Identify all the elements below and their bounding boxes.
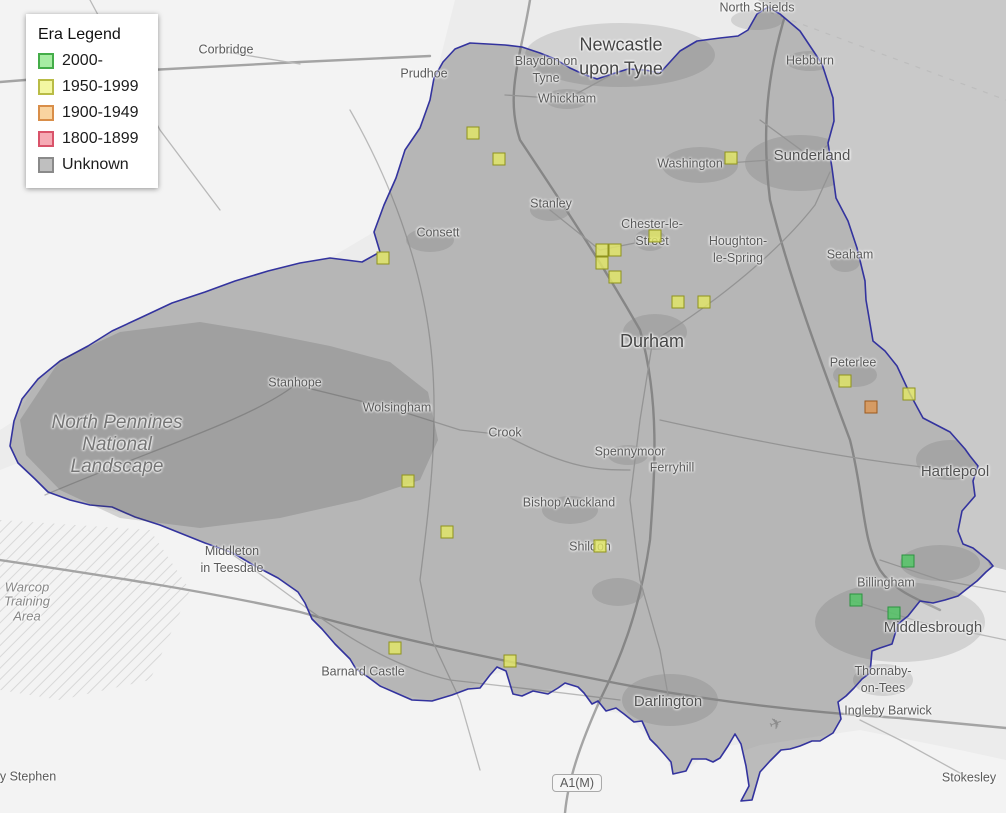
legend-swatch [38,53,54,69]
era-marker[interactable] [593,539,607,553]
legend-item: 2000- [38,52,146,70]
era-marker[interactable] [401,474,415,488]
era-marker[interactable] [864,400,878,414]
era-marker[interactable] [608,243,622,257]
era-marker[interactable] [648,229,662,243]
era-legend: Era Legend 2000- 1950-1999 1900-1949 1800-1… [26,14,158,188]
era-marker[interactable] [608,270,622,284]
legend-item-label: 1800-1899 [62,130,139,147]
legend-item: 1950-1999 [38,78,146,96]
era-marker[interactable] [838,374,852,388]
era-marker[interactable] [849,593,863,607]
legend-item: 1900-1949 [38,104,146,122]
era-marker[interactable] [595,256,609,270]
era-marker[interactable] [671,295,685,309]
legend-item-label: 2000- [62,52,103,69]
legend-swatch [38,79,54,95]
era-marker[interactable] [466,126,480,140]
era-marker[interactable] [388,641,402,655]
era-marker[interactable] [595,243,609,257]
legend-item: 1800-1899 [38,130,146,148]
era-marker[interactable] [440,525,454,539]
era-marker[interactable] [887,606,901,620]
legend-item-label: Unknown [62,156,129,173]
era-marker[interactable] [492,152,506,166]
legend-swatch [38,131,54,147]
legend-item-label: 1950-1999 [62,78,139,95]
era-marker[interactable] [503,654,517,668]
legend-swatch [38,157,54,173]
legend-items: 2000- 1950-1999 1900-1949 1800-1899 Unknown [38,52,146,174]
legend-title: Era Legend [38,26,121,43]
legend-item-label: 1900-1949 [62,104,139,121]
map-canvas[interactable]: North ShieldsNewcastleupon TyneHebburnHe… [0,0,1006,813]
road-badge-a1m: A1(M) [551,774,603,792]
legend-item: Unknown [38,156,146,174]
era-marker[interactable] [901,554,915,568]
era-marker[interactable] [724,151,738,165]
era-marker[interactable] [902,387,916,401]
legend-swatch [38,105,54,121]
era-marker[interactable] [697,295,711,309]
era-marker[interactable] [376,251,390,265]
